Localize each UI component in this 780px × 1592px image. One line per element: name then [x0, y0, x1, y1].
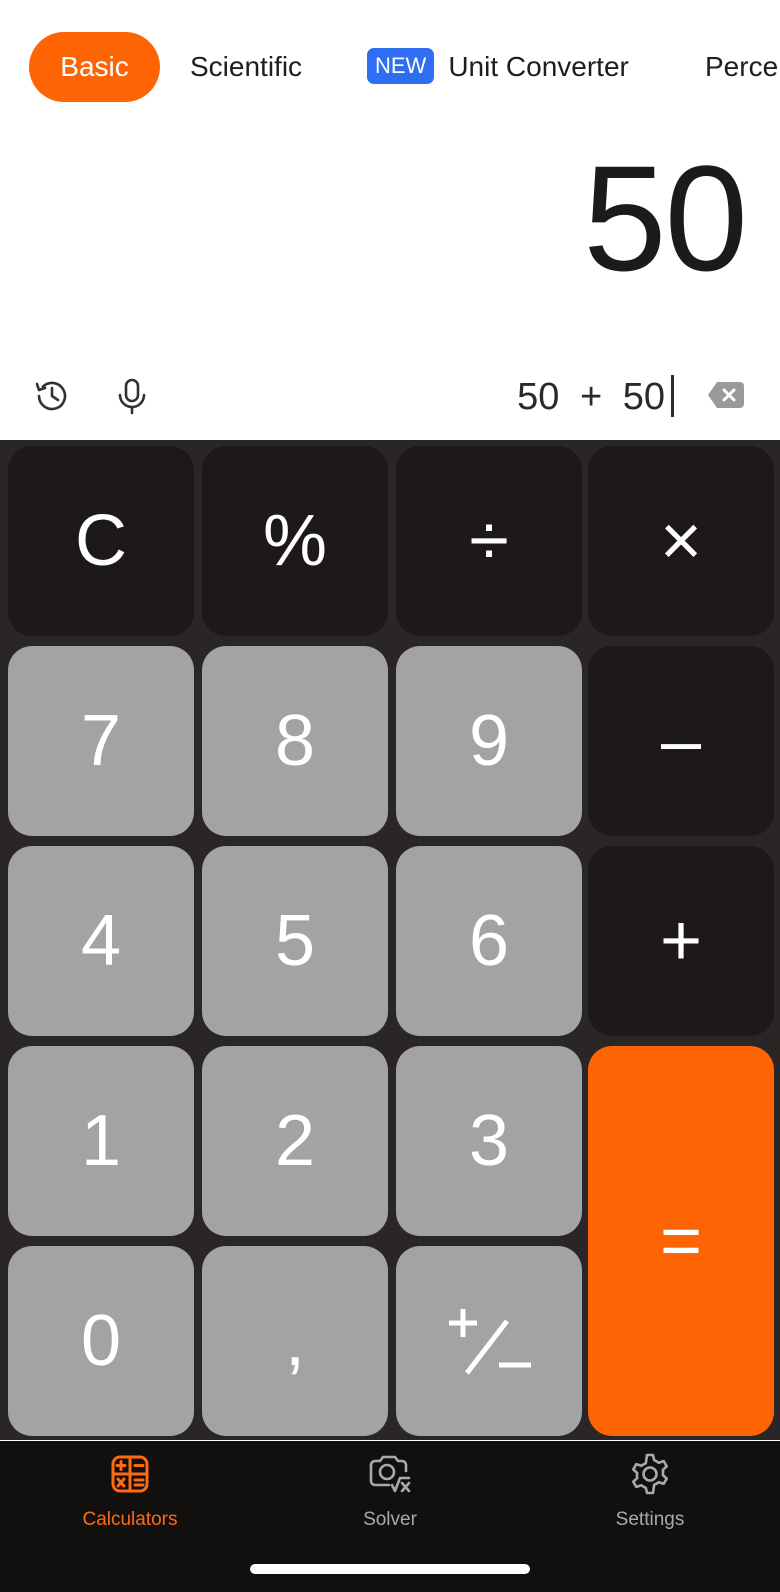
backspace-icon[interactable]	[706, 380, 746, 410]
clear-button[interactable]: C	[8, 446, 194, 636]
nav-settings[interactable]: Settings	[560, 1451, 740, 1531]
result-display: 50	[583, 134, 748, 302]
expression-operand-2: 50	[622, 376, 665, 418]
multiply-button[interactable]: ×	[588, 446, 774, 636]
history-icon[interactable]	[28, 372, 76, 420]
digit-9-button[interactable]: 9	[396, 646, 582, 836]
digit-0-button[interactable]: 0	[8, 1246, 194, 1436]
tab-unit-converter[interactable]: NEW Unit Converter	[367, 32, 629, 102]
digit-7-button[interactable]: 7	[8, 646, 194, 836]
expression-operand-1: 50	[517, 376, 560, 418]
microphone-icon[interactable]	[108, 372, 156, 420]
keypad: C % ÷ × 7 8 9 – 4 5 6 + 1 2 3 = 0 ,	[0, 440, 780, 1440]
tab-unit-converter-label: Unit Converter	[448, 51, 629, 82]
digit-4-button[interactable]: 4	[8, 846, 194, 1036]
digit-2-button[interactable]: 2	[202, 1046, 388, 1236]
camera-solver-icon	[369, 1455, 411, 1493]
tab-percentage[interactable]: Perce	[705, 32, 778, 102]
comma-button[interactable]: ,	[202, 1246, 388, 1436]
plus-minus-button[interactable]	[396, 1246, 582, 1436]
digit-6-button[interactable]: 6	[396, 846, 582, 1036]
plus-minus-icon	[449, 1309, 531, 1375]
expression-operator: +	[579, 376, 603, 418]
digit-8-button[interactable]: 8	[202, 646, 388, 836]
divide-button[interactable]: ÷	[396, 446, 582, 636]
new-badge: NEW	[367, 47, 435, 84]
plus-button[interactable]: +	[588, 846, 774, 1036]
nav-calculators[interactable]: Calculators	[40, 1451, 220, 1531]
nav-calculators-label: Calculators	[82, 1509, 178, 1530]
nav-solver[interactable]: Solver	[300, 1451, 480, 1531]
calculator-mode-tabs: Basic Scientific NEW Unit Converter Perce	[0, 0, 780, 134]
nav-settings-label: Settings	[615, 1509, 685, 1530]
expression-field[interactable]: 50 + 50	[517, 374, 674, 420]
percent-button[interactable]: %	[202, 446, 388, 636]
tab-basic[interactable]: Basic	[29, 32, 160, 102]
digit-1-button[interactable]: 1	[8, 1046, 194, 1236]
minus-button[interactable]: –	[588, 646, 774, 836]
calculator-grid-icon	[111, 1455, 149, 1493]
home-indicator	[250, 1564, 530, 1574]
digit-5-button[interactable]: 5	[202, 846, 388, 1036]
gear-icon	[632, 1453, 668, 1495]
tab-scientific[interactable]: Scientific	[190, 32, 302, 102]
equals-button[interactable]: =	[588, 1046, 774, 1436]
nav-solver-label: Solver	[363, 1509, 417, 1530]
text-caret	[671, 374, 674, 417]
digit-3-button[interactable]: 3	[396, 1046, 582, 1236]
